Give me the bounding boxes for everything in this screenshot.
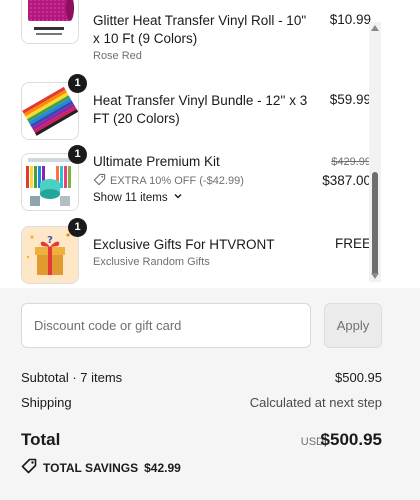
original-price: $429.99 [331,156,371,168]
item-title: Exclusive Gifts For HTVRONT [93,237,275,252]
glitter-vinyl-roll-image [21,0,79,44]
item-title: Ultimate Premium Kit [93,154,220,169]
shipping-value: Calculated at next step [249,395,382,410]
thumb-wrap: 1 [21,74,87,140]
total-value: $500.95 [320,430,382,449]
show-items-toggle[interactable]: Show 11 items [93,191,183,204]
thumb-wrap: 1 [21,145,87,211]
show-items-label: Show 11 items [93,191,168,204]
checkout-summary-panel: Apply Subtotal · 7 items $500.95 Shippin… [0,288,420,500]
item-price: FREE [334,236,371,251]
savings-value: $42.99 [144,460,181,475]
tag-icon [21,458,37,477]
order-items-panel: Glitter Heat Transfer Vinyl Roll - 10" x… [0,0,420,288]
item-price: $10.99 [329,12,371,27]
line-item-premium-kit: 1 Ultimate Premium Kit EXTRA 10% OFF (-$… [21,145,371,215]
tag-icon [93,173,106,189]
subtotal-label: Subtotal · 7 items [21,370,123,385]
quantity-badge: 1 [68,74,87,93]
item-price: $59.99 [329,92,371,107]
scroll-down-icon[interactable] [371,273,379,279]
total-label: Total [21,430,61,449]
item-title: Heat Transfer Vinyl Bundle - 12'' x 3 FT… [93,93,308,126]
shipping-label: Shipping [21,395,72,410]
quantity-badge: 1 [68,218,87,237]
item-title: Glitter Heat Transfer Vinyl Roll - 10" x… [93,13,307,46]
total-savings: TOTAL SAVINGS $42.99 [21,458,181,477]
savings-label: TOTAL SAVINGS [43,460,139,475]
subtotal-value: $500.95 [335,370,382,385]
line-item-glitter-vinyl: Glitter Heat Transfer Vinyl Roll - 10" x… [21,0,371,66]
item-variant: Rose Red [93,50,142,62]
line-item-exclusive-gifts: ? 1 Exclusive Gifts For HTVRONT Exclusiv… [21,218,371,286]
scroll-thumb[interactable] [372,172,378,276]
thumb-wrap [21,0,79,44]
discount-code-input[interactable] [21,303,311,348]
item-variant: Exclusive Random Gifts [93,256,210,268]
quantity-badge: 1 [68,145,87,164]
item-price: $387.00 [322,173,371,188]
line-item-vinyl-bundle: 1 Heat Transfer Vinyl Bundle - 12'' x 3 … [21,74,371,142]
discount-tag-line: EXTRA 10% OFF (-$42.99) [93,173,244,189]
items-scrollbar[interactable] [369,22,381,282]
discount-text: EXTRA 10% OFF (-$42.99) [110,175,244,187]
apply-discount-button[interactable]: Apply [324,303,382,348]
thumb-wrap: ? 1 [21,218,87,284]
svg-text:?: ? [47,235,53,246]
chevron-down-icon [173,191,183,204]
scroll-up-icon[interactable] [371,25,379,31]
